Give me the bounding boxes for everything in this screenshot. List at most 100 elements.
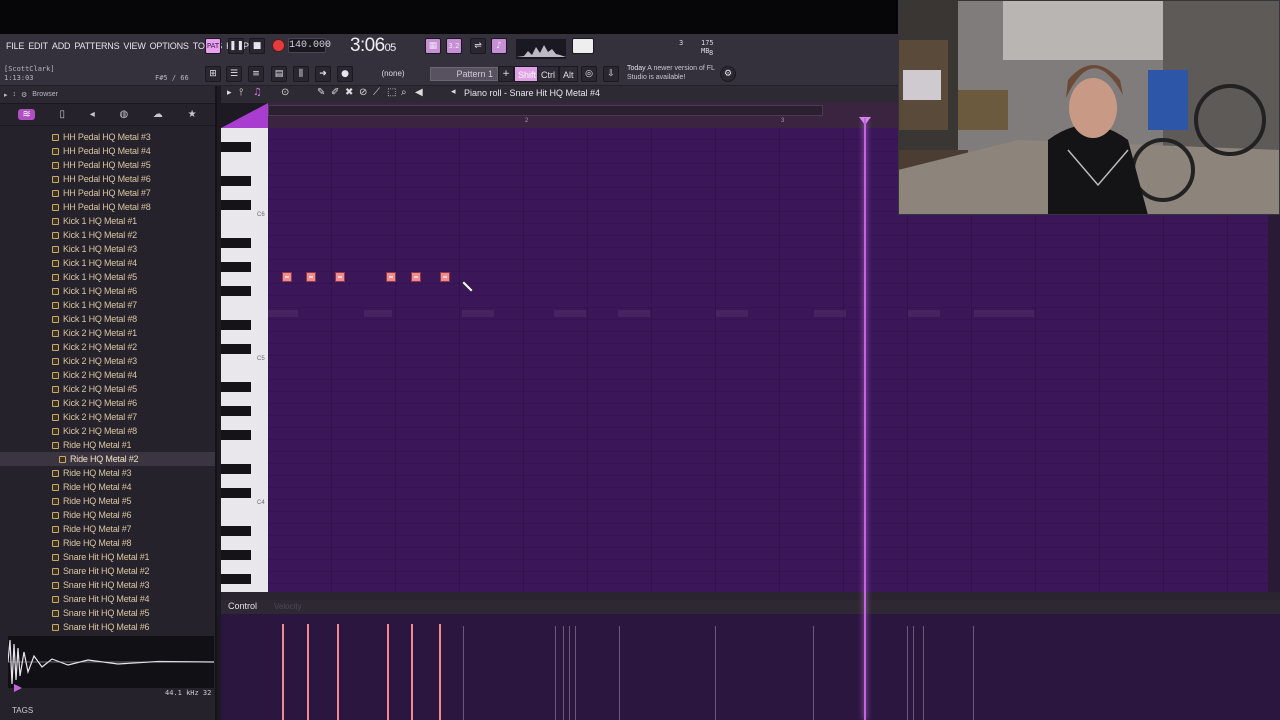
black-key[interactable] xyxy=(221,262,251,272)
list-item[interactable]: HH Pedal HQ Metal #7 xyxy=(0,186,215,200)
black-key[interactable] xyxy=(221,238,251,248)
list-item[interactable]: Kick 1 HQ Metal #8 xyxy=(0,312,215,326)
list-item[interactable]: Kick 1 HQ Metal #2 xyxy=(0,228,215,242)
black-key[interactable] xyxy=(221,430,251,440)
list-item[interactable]: Ride HQ Metal #8 xyxy=(0,536,215,550)
menu-add[interactable]: ADD xyxy=(50,41,72,51)
arrow-icon[interactable]: ↕ xyxy=(13,91,17,98)
settings-icon[interactable]: ⚙ xyxy=(21,91,27,99)
mixer-icon[interactable]: ⫼ xyxy=(293,66,309,82)
pattern-selector[interactable]: Pattern 1 xyxy=(430,67,498,81)
velocity-lane[interactable] xyxy=(221,614,1280,720)
list-item[interactable]: Snare Hit HQ Metal #2 xyxy=(0,564,215,578)
snap-icon[interactable]: ⊞ xyxy=(205,66,221,82)
pencil-icon[interactable]: ✎ xyxy=(317,87,325,98)
piano-roll-icon[interactable]: ≡ xyxy=(248,66,264,82)
download-icon[interactable]: ⇩ xyxy=(603,66,619,82)
black-key[interactable] xyxy=(221,176,251,186)
list-item[interactable]: Kick 2 HQ Metal #6 xyxy=(0,396,215,410)
list-item[interactable]: Snare Hit HQ Metal #5 xyxy=(0,606,215,620)
velocity-bar[interactable] xyxy=(307,624,309,720)
list-item[interactable]: Kick 1 HQ Metal #3 xyxy=(0,242,215,256)
control-selector[interactable]: Control xyxy=(228,601,257,611)
list-item[interactable]: Kick 1 HQ Metal #1 xyxy=(0,214,215,228)
news-panel[interactable]: Today A newer version of FL Studio is av… xyxy=(627,64,727,82)
list-item[interactable]: Kick 2 HQ Metal #7 xyxy=(0,410,215,424)
list-item[interactable]: Snare Hit HQ Metal #6 xyxy=(0,620,215,634)
velocity-bar[interactable] xyxy=(411,624,413,720)
typing-keyboard-icon[interactable]: ▦ xyxy=(425,38,441,54)
time-scrollbar[interactable] xyxy=(268,105,823,116)
list-item[interactable]: Ride HQ Metal #4 xyxy=(0,480,215,494)
plugins-tab-icon[interactable]: ◂ xyxy=(90,109,95,120)
list-item[interactable]: Kick 1 HQ Metal #4 xyxy=(0,256,215,270)
black-key[interactable] xyxy=(221,574,251,584)
plugin-picker-icon[interactable]: ➜ xyxy=(315,66,331,82)
list-item[interactable]: Kick 2 HQ Metal #1 xyxy=(0,326,215,340)
microphone-icon[interactable]: ● xyxy=(337,66,353,82)
tags-label[interactable]: TAGS xyxy=(12,706,33,715)
databases-tab-icon[interactable]: ◍ xyxy=(119,109,128,120)
list-item[interactable]: Ride HQ Metal #6 xyxy=(0,508,215,522)
tempo-tap-icon[interactable]: ◎ xyxy=(581,66,597,82)
zoom-icon[interactable]: ⌕ xyxy=(401,87,407,98)
black-key[interactable] xyxy=(221,142,251,152)
record-button[interactable] xyxy=(272,39,285,52)
list-item[interactable]: Kick 2 HQ Metal #4 xyxy=(0,368,215,382)
menu-view[interactable]: VIEW xyxy=(121,41,147,51)
list-item[interactable]: Snare Hit HQ Metal #4 xyxy=(0,592,215,606)
list-item[interactable]: Kick 1 HQ Metal #7 xyxy=(0,298,215,312)
list-item[interactable]: Kick 2 HQ Metal #3 xyxy=(0,354,215,368)
velocity-bar[interactable] xyxy=(387,624,389,720)
list-item[interactable]: Snare Hit HQ Metal #1 xyxy=(0,550,215,564)
list-item[interactable]: Kick 1 HQ Metal #6 xyxy=(0,284,215,298)
vertical-scrollbar[interactable] xyxy=(1268,215,1280,592)
note[interactable] xyxy=(411,272,421,282)
black-key[interactable] xyxy=(221,382,251,392)
delete-icon[interactable]: ✖ xyxy=(345,87,353,98)
menu-edit[interactable]: EDIT xyxy=(26,41,50,51)
select-icon[interactable]: ⬚ xyxy=(387,87,396,98)
tempo-display[interactable]: 140.000 xyxy=(288,38,331,53)
update-icon[interactable]: ⚙ xyxy=(720,66,736,82)
slice-icon[interactable]: ⟋ xyxy=(373,87,380,98)
list-item[interactable]: Snare Hit HQ Metal #3 xyxy=(0,578,215,592)
list-item[interactable]: HH Pedal HQ Metal #8 xyxy=(0,200,215,214)
speaker-icon[interactable]: ◀ xyxy=(415,87,423,98)
pause-button[interactable]: ❚❚ xyxy=(228,38,244,54)
master-volume-icon[interactable] xyxy=(572,38,594,54)
horizontal-scrollbar[interactable] xyxy=(221,592,1280,600)
all-tab-icon[interactable]: ≋ xyxy=(18,109,35,120)
black-key[interactable] xyxy=(221,286,251,296)
note[interactable] xyxy=(440,272,450,282)
list-item[interactable]: Ride HQ Metal #1 xyxy=(0,438,215,452)
song-pattern-toggle[interactable]: PAT xyxy=(205,38,221,54)
list-item[interactable]: Kick 2 HQ Metal #2 xyxy=(0,340,215,354)
black-key[interactable] xyxy=(221,464,251,474)
list-item[interactable]: Kick 2 HQ Metal #8 xyxy=(0,424,215,438)
list-item[interactable]: HH Pedal HQ Metal #3 xyxy=(0,130,215,144)
note[interactable] xyxy=(306,272,316,282)
channel-rack-icon[interactable]: ▤ xyxy=(271,66,287,82)
list-item[interactable]: Kick 1 HQ Metal #5 xyxy=(0,270,215,284)
black-key[interactable] xyxy=(221,200,251,210)
velocity-bar[interactable] xyxy=(439,624,441,720)
playlist-icon[interactable]: ☰ xyxy=(226,66,242,82)
stamp-icon[interactable]: ♫ xyxy=(253,87,262,98)
list-item[interactable]: HH Pedal HQ Metal #6 xyxy=(0,172,215,186)
velocity-bar[interactable] xyxy=(337,624,339,720)
countdown-icon[interactable]: 3.2 xyxy=(446,38,462,54)
black-key[interactable] xyxy=(221,488,251,498)
black-key[interactable] xyxy=(221,320,251,330)
channel-arrow-icon[interactable]: ◂ xyxy=(451,87,456,97)
brush-icon[interactable]: ✐ xyxy=(331,87,339,98)
list-item[interactable]: Ride HQ Metal #3 xyxy=(0,466,215,480)
black-key[interactable] xyxy=(221,526,251,536)
playback-icon[interactable]: ⊙ xyxy=(281,87,289,98)
ctrl-button[interactable]: Ctrl xyxy=(537,66,559,82)
list-item[interactable]: HH Pedal HQ Metal #4 xyxy=(0,144,215,158)
list-item[interactable]: HH Pedal HQ Metal #5 xyxy=(0,158,215,172)
list-item[interactable]: Ride HQ Metal #7 xyxy=(0,522,215,536)
list-item[interactable]: Ride HQ Metal #2 xyxy=(0,452,215,466)
stop-button[interactable]: ■ xyxy=(249,38,265,54)
